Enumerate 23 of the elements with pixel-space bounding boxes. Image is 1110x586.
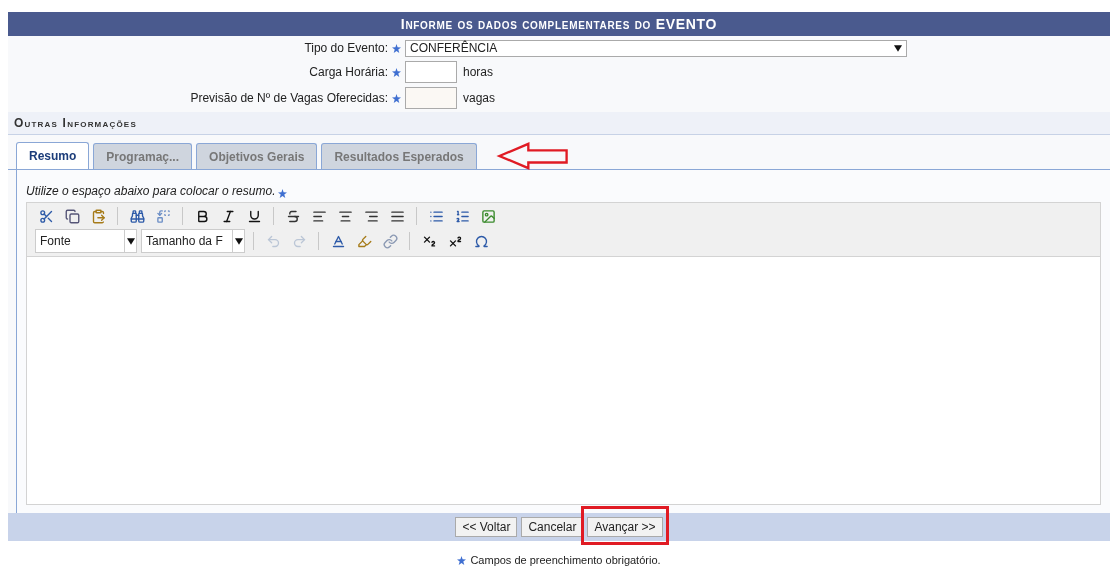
unit-label: vagas <box>463 90 496 107</box>
field-label: Tipo do Evento: <box>303 40 389 57</box>
form-button[interactable]: << Voltar <box>455 517 518 537</box>
dropdown-caret-icon <box>894 44 902 52</box>
dropdown-caret-icon <box>234 237 243 245</box>
form-title: Informe os dados complementares do EVENTO <box>8 12 1110 36</box>
footnote: Campos de preenchimento obrigatório. <box>470 553 661 568</box>
font-select[interactable]: Fonte <box>35 229 137 253</box>
number-input[interactable] <box>405 61 457 83</box>
required-star-icon <box>278 188 288 198</box>
number-input[interactable] <box>405 87 457 109</box>
editor-instruction: Utilize o espaço abaixo para colocar o resumo. <box>26 183 276 200</box>
field-label: Previsão de Nº de Vagas Oferecidas: <box>189 90 389 107</box>
form-button[interactable]: Cancelar <box>521 517 584 537</box>
unit-label: horas <box>463 64 494 81</box>
size-select[interactable]: Tamanho da F <box>141 229 245 253</box>
required-star-icon <box>457 555 467 565</box>
tab[interactable]: Resumo <box>16 142 90 169</box>
dropdown-caret-icon <box>126 237 135 245</box>
form-button[interactable]: Avançar >> <box>587 517 663 537</box>
event-type-select[interactable]: CONFERÊNCIA <box>405 39 907 57</box>
field-label: Carga Horária: <box>308 64 389 81</box>
section-title: Outras Informações <box>8 112 1110 135</box>
